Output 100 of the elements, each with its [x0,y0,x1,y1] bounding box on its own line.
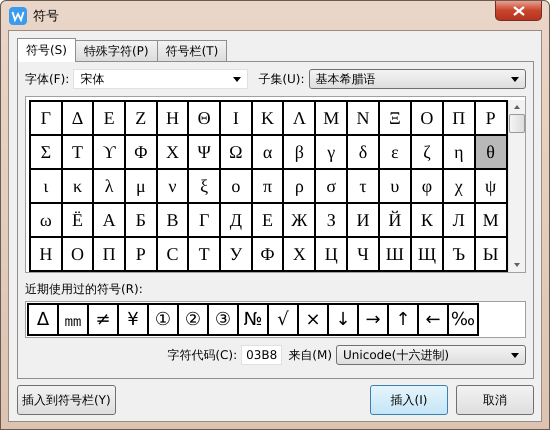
symbol-cell[interactable]: ε [378,135,411,169]
source-dropdown[interactable]: Unicode(十六进制) [336,345,526,365]
symbol-cell[interactable]: Л [442,203,475,237]
recent-symbol[interactable]: ↑ [388,304,418,335]
symbol-cell[interactable]: Ε [93,101,125,135]
symbol-cell[interactable]: υ [378,169,411,203]
symbol-cell[interactable]: Ч [347,237,379,271]
recent-symbol[interactable]: √ [268,304,298,335]
tab[interactable]: 特殊字符(P) [74,40,158,61]
recent-symbol[interactable]: → [358,304,388,335]
symbol-cell[interactable]: Ν [347,101,379,135]
symbol-cell[interactable]: Φ [124,135,157,169]
symbol-cell[interactable]: θ [474,135,507,169]
symbol-cell[interactable]: λ [93,169,125,203]
symbol-cell[interactable]: Σ [30,135,62,169]
symbol-cell[interactable]: Н [30,237,62,271]
symbol-cell[interactable]: ζ [410,135,443,169]
symbol-cell[interactable]: α [252,135,284,169]
symbol-cell[interactable]: И [347,203,379,237]
symbol-cell[interactable]: Г [188,203,220,237]
symbol-cell[interactable]: σ [315,169,348,203]
char-code-field[interactable]: 03B8 [241,345,282,365]
symbol-cell[interactable]: Т [188,237,220,271]
font-label: 字体(F): [25,70,70,88]
symbol-cell[interactable]: У [220,237,252,271]
symbol-cell[interactable]: μ [124,169,157,203]
symbol-cell[interactable]: δ [347,135,379,169]
symbol-cell[interactable]: Ι [220,101,252,135]
symbol-cell[interactable]: З [315,203,348,237]
recent-symbol[interactable]: ① [148,304,178,335]
close-button[interactable] [495,1,542,21]
dialog-button[interactable]: 插入到符号栏(Y) [17,385,116,415]
symbol-cell[interactable]: Χ [156,135,188,169]
symbol-cell[interactable]: Ζ [124,101,157,135]
symbol-cell[interactable]: Ф [252,237,284,271]
tab[interactable]: 符号栏(T) [156,40,228,61]
symbol-cell[interactable]: γ [315,135,348,169]
symbol-cell[interactable]: С [156,237,188,271]
recent-symbol[interactable]: ② [178,304,208,335]
symbol-cell[interactable]: Ξ [378,101,411,135]
symbol-cell[interactable]: Е [252,203,284,237]
symbol-cell[interactable]: Ο [410,101,443,135]
recent-symbol[interactable]: ¥ [118,304,148,335]
symbol-cell[interactable]: П [93,237,125,271]
subset-dropdown[interactable]: 基本希腊语 [308,69,526,89]
recent-symbol[interactable]: ㎜ [58,304,88,335]
symbol-cell[interactable]: Д [220,203,252,237]
symbol-cell[interactable]: Ψ [188,135,220,169]
recent-symbol[interactable]: ↓ [328,304,358,335]
symbol-cell[interactable]: Π [442,101,475,135]
symbol-cell[interactable]: Ё [62,203,94,237]
symbol-cell[interactable]: ο [220,169,252,203]
symbol-cell[interactable]: Щ [410,237,443,271]
symbol-cell[interactable]: ν [156,169,188,203]
recent-symbol[interactable]: ≠ [88,304,118,335]
symbol-cell[interactable]: О [62,237,94,271]
recent-symbol[interactable]: Δ [28,304,58,335]
symbol-cell[interactable]: Ъ [442,237,475,271]
symbol-cell[interactable]: Τ [62,135,94,169]
recent-symbol[interactable]: № [238,304,268,335]
symbol-cell[interactable]: Ж [283,203,316,237]
symbol-cell[interactable]: В [156,203,188,237]
source-label: 来自(M) [288,346,332,364]
symbol-cell[interactable]: Ω [220,135,252,169]
symbol-cell[interactable]: Η [156,101,188,135]
recent-symbol[interactable]: × [298,304,328,335]
symbol-cell[interactable]: β [283,135,316,169]
symbol-cell[interactable]: А [93,203,125,237]
recent-symbol[interactable]: ‰ [448,304,478,335]
symbol-cell[interactable]: Θ [188,101,220,135]
dialog-button[interactable]: 取消 [456,385,534,415]
symbol-cell[interactable]: χ [442,169,475,203]
symbol-cell[interactable]: Ш [378,237,411,271]
symbol-cell[interactable]: ι [30,169,62,203]
tab[interactable]: 符号(S) [17,38,76,62]
symbol-cell[interactable]: Й [378,203,411,237]
symbol-cell[interactable]: Х [283,237,316,271]
symbol-cell[interactable]: Б [124,203,157,237]
symbol-cell[interactable]: Γ [30,101,62,135]
symbol-cell[interactable]: ϒ [93,135,125,169]
symbol-cell[interactable]: ρ [283,169,316,203]
symbol-cell[interactable]: τ [347,169,379,203]
symbol-cell[interactable]: π [252,169,284,203]
symbol-cell[interactable]: К [410,203,443,237]
font-dropdown[interactable]: 宋体 [73,69,248,89]
symbol-cell[interactable]: φ [410,169,443,203]
scrollbar[interactable] [508,100,525,272]
symbol-cell[interactable]: Р [124,237,157,271]
symbol-cell[interactable]: Δ [62,101,94,135]
symbol-cell[interactable]: ξ [188,169,220,203]
recent-symbol[interactable]: ← [418,304,448,335]
dialog-button[interactable]: 插入(I) [370,385,448,415]
recent-symbol[interactable]: ③ [208,304,238,335]
symbol-cell[interactable]: ω [30,203,62,237]
symbol-cell[interactable]: κ [62,169,94,203]
char-code-label: 字符代码(C): [167,346,238,364]
symbol-cell[interactable]: Λ [283,101,316,135]
symbol-cell[interactable]: Κ [252,101,284,135]
symbol-cell[interactable]: Ц [315,237,348,271]
symbol-cell[interactable]: Μ [315,101,348,135]
